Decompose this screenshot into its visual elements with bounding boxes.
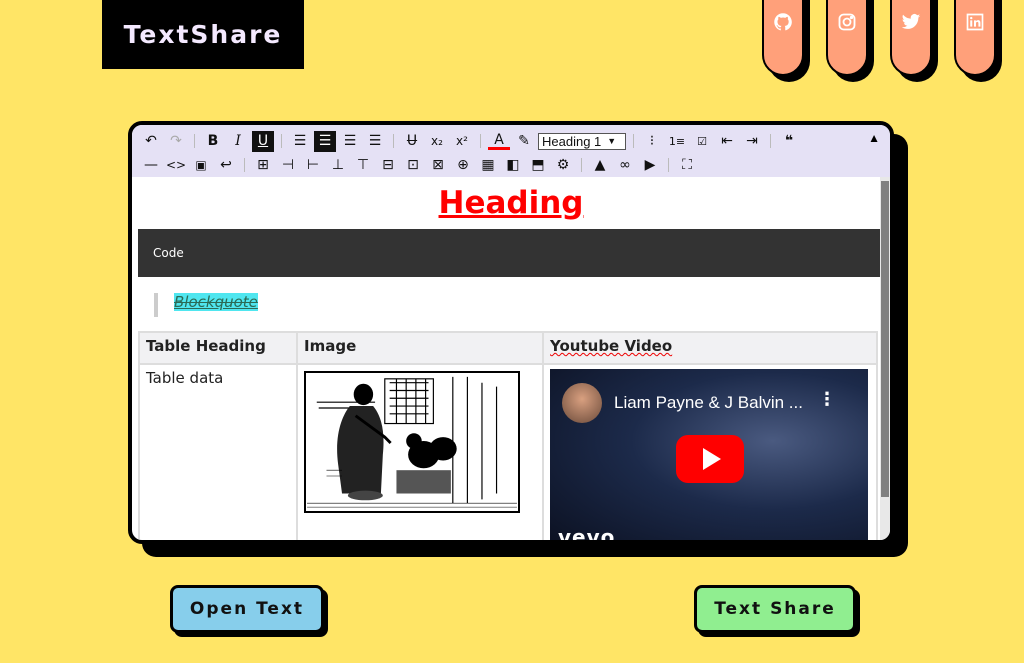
font-color-icon[interactable]: A	[488, 132, 510, 150]
toolbar-separator	[244, 158, 245, 172]
video-title[interactable]: Liam Payne & J Balvin ...	[614, 393, 803, 413]
blockquote-icon[interactable]: ❝	[778, 131, 800, 152]
rich-text-editor: ↶ ↷ B I U ☰ ☰ ☰ ☰ U x₂ x² A ✎ Heading 1 …	[128, 121, 894, 544]
logo-text: TextShare	[123, 20, 283, 49]
open-text-button[interactable]: Open Text	[170, 585, 324, 633]
table-cell-image	[296, 363, 544, 540]
insert-video-icon[interactable]: ▶	[639, 155, 661, 176]
block-type-value: Heading 1	[542, 133, 602, 149]
github-icon	[774, 13, 792, 31]
channel-avatar[interactable]	[562, 383, 602, 423]
delete-column-icon[interactable]: ⊡	[402, 155, 424, 176]
numbered-list-icon[interactable]: 1≡	[666, 131, 688, 152]
vevo-watermark: vevo	[558, 525, 616, 540]
fullscreen-icon[interactable]: ⛶	[676, 155, 698, 176]
toolbar-separator	[393, 134, 394, 148]
play-button[interactable]	[676, 435, 744, 483]
instagram-link[interactable]	[826, 0, 874, 82]
app-logo[interactable]: TextShare	[102, 0, 304, 69]
woodcut-image	[304, 371, 520, 513]
table-cell: Table data	[138, 363, 298, 540]
toggle-header-row-icon[interactable]: ⬒	[527, 155, 549, 176]
cell-settings-icon[interactable]: ⚙	[552, 155, 574, 176]
content-table: Table Heading Image Youtube Video Table …	[138, 331, 878, 540]
open-text-button-wrap: Open Text	[170, 585, 328, 637]
underline-icon[interactable]: U	[252, 130, 274, 152]
strikethrough-icon[interactable]: U	[401, 131, 423, 152]
linkedin-link[interactable]	[954, 0, 1002, 82]
outdent-icon[interactable]: ⇤	[716, 131, 738, 152]
split-cells-icon[interactable]: ▦	[477, 155, 499, 176]
bulleted-list-icon[interactable]: ⁝	[641, 131, 663, 152]
align-right-icon[interactable]: ☰	[339, 131, 361, 152]
inline-code-icon[interactable]: <>	[165, 155, 187, 176]
youtube-embed[interactable]: Liam Payne & J Balvin ... ⋮ vevo	[550, 369, 868, 540]
table-header-row: Table Heading Image Youtube Video	[138, 331, 878, 365]
undo-icon[interactable]: ↶	[140, 131, 162, 152]
toolbar-separator	[194, 134, 195, 148]
checklist-icon[interactable]: ☑	[691, 131, 713, 152]
collapse-toolbar-icon[interactable]: ▲	[868, 131, 880, 145]
insert-row-icon[interactable]: ⊥	[327, 155, 349, 176]
instagram-icon	[838, 13, 856, 31]
blockquote-text: Blockquote	[174, 293, 258, 311]
toolbar-separator	[770, 134, 771, 148]
merge-cells-icon[interactable]: ⊕	[452, 155, 474, 176]
github-link[interactable]	[762, 0, 810, 82]
toolbar-separator	[581, 158, 582, 172]
superscript-icon[interactable]: x²	[451, 131, 473, 152]
insert-link-icon[interactable]: ∞	[614, 155, 636, 176]
editor-toolbar: ↶ ↷ B I U ☰ ☰ ☰ ☰ U x₂ x² A ✎ Heading 1 …	[132, 125, 890, 177]
align-justify-icon[interactable]: ☰	[364, 131, 386, 152]
subscript-icon[interactable]: x₂	[426, 131, 448, 152]
table-header-cell: Youtube Video	[542, 331, 878, 365]
horizontal-rule-icon[interactable]: —	[140, 155, 162, 176]
editor-content[interactable]: Heading Code Blockquote Table Heading Im…	[132, 177, 890, 540]
blockquote: Blockquote	[154, 293, 884, 317]
delete-table-icon[interactable]: ⊠	[427, 155, 449, 176]
insert-table-icon[interactable]: ⊞	[252, 155, 274, 176]
scrollbar-thumb[interactable]	[881, 181, 889, 497]
highlight-icon[interactable]: ✎	[513, 131, 535, 152]
italic-icon[interactable]: I	[227, 131, 249, 152]
table-header-cell: Table Heading	[138, 331, 298, 365]
block-type-select[interactable]: Heading 1 ▼	[538, 132, 626, 150]
redo-icon[interactable]: ↷	[165, 131, 187, 152]
table-row: Table data Liam Payne & J Balvin ... ⋮ v…	[138, 363, 878, 540]
text-share-button-wrap: Text Share	[694, 585, 860, 637]
code-text: Code	[153, 246, 184, 260]
more-options-icon[interactable]: ⋮	[818, 389, 836, 410]
chevron-down-icon: ▼	[607, 136, 617, 146]
content-heading: Heading	[438, 185, 584, 221]
linkedin-icon	[966, 13, 984, 31]
delete-row-icon[interactable]: ⊟	[377, 155, 399, 176]
code-block: Code	[138, 229, 880, 277]
align-center-icon[interactable]: ☰	[314, 130, 336, 152]
toggle-header-column-icon[interactable]: ◧	[502, 155, 524, 176]
insert-row-after-icon[interactable]: ⊤	[352, 155, 374, 176]
insert-column-after-icon[interactable]: ⊢	[302, 155, 324, 176]
insert-column-icon[interactable]: ⊣	[277, 155, 299, 176]
toolbar-separator	[633, 134, 634, 148]
toolbar-separator	[668, 158, 669, 172]
insert-image-icon[interactable]: ▲	[589, 155, 611, 176]
line-break-icon[interactable]: ↩	[215, 155, 237, 176]
toolbar-separator	[480, 134, 481, 148]
twitter-icon	[901, 14, 921, 29]
align-left-icon[interactable]: ☰	[289, 131, 311, 152]
twitter-link[interactable]	[890, 0, 938, 82]
code-block-icon[interactable]: ▣	[190, 155, 212, 176]
table-header-cell: Image	[296, 331, 544, 365]
toolbar-separator	[281, 134, 282, 148]
indent-icon[interactable]: ⇥	[741, 131, 763, 152]
bold-icon[interactable]: B	[202, 131, 224, 152]
table-cell-video: Liam Payne & J Balvin ... ⋮ vevo	[542, 363, 878, 540]
table-header-text: Youtube Video	[550, 337, 673, 355]
text-share-button[interactable]: Text Share	[694, 585, 856, 633]
